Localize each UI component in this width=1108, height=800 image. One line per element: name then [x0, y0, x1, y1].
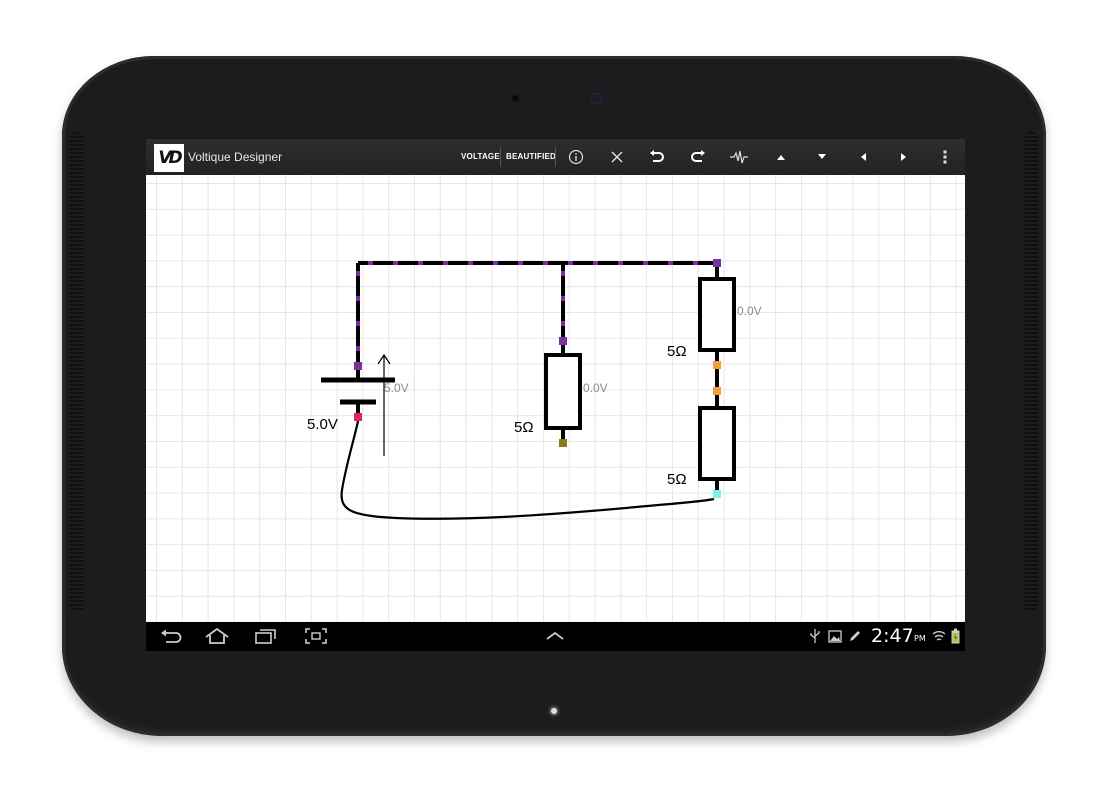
- back-icon[interactable]: [158, 626, 184, 646]
- status-clock: 2:47: [871, 625, 914, 647]
- arrow-right-icon[interactable]: [893, 147, 915, 167]
- left-speaker-grille: [70, 132, 84, 612]
- right-top-resistor-label: 5Ω: [667, 343, 687, 360]
- usb-icon: [809, 626, 821, 646]
- right-middle-node-lower[interactable]: [713, 387, 721, 395]
- waveform-icon[interactable]: [728, 147, 750, 167]
- arrow-up-icon[interactable]: [770, 147, 792, 167]
- logo-text: VD: [158, 148, 182, 168]
- right-top-resistor-reading: 0.0V: [737, 304, 762, 318]
- battery-bottom-node[interactable]: [354, 413, 362, 421]
- info-icon[interactable]: [565, 147, 587, 167]
- middle-resistor-label: 5Ω: [514, 419, 534, 436]
- recent-apps-icon[interactable]: [253, 626, 279, 646]
- battery-top-node[interactable]: [354, 362, 362, 370]
- right-bottom-node[interactable]: [713, 490, 721, 498]
- middle-resistor-top-node[interactable]: [559, 337, 567, 345]
- redo-icon[interactable]: [687, 147, 709, 167]
- beautified-button[interactable]: BEAUTIFIED: [506, 152, 556, 161]
- right-bottom-resistor[interactable]: [698, 406, 736, 491]
- battery-icon: [949, 626, 961, 646]
- battery-voltage-reading: 5.0V: [384, 381, 409, 395]
- home-icon[interactable]: [203, 626, 231, 646]
- status-ampm: PM: [914, 634, 926, 643]
- notification-led: [551, 708, 557, 714]
- undo-icon[interactable]: [646, 147, 668, 167]
- toolbar-divider: [555, 147, 556, 167]
- action-bar: VD Voltique Designer VOLTAGE BEAUTIFIED: [146, 139, 965, 176]
- right-top-node[interactable]: [713, 259, 721, 267]
- close-icon[interactable]: [606, 147, 628, 167]
- right-bottom-resistor-label: 5Ω: [667, 471, 687, 488]
- circuit-canvas[interactable]: 5.0V 5.0V 5Ω 0.0V 5Ω 0.0V 5Ω: [146, 175, 965, 622]
- system-navigation-bar: 2:47 PM: [146, 622, 965, 651]
- wifi-icon: [931, 626, 947, 646]
- screen: VD Voltique Designer VOLTAGE BEAUTIFIED: [146, 139, 965, 651]
- battery-voltage-label: 5.0V: [307, 416, 338, 433]
- up-chevron-icon[interactable]: [544, 626, 566, 646]
- gallery-icon: [827, 626, 843, 646]
- middle-resistor-reading: 0.0V: [583, 381, 608, 395]
- arrow-down-icon[interactable]: [811, 147, 833, 167]
- right-top-resistor[interactable]: [698, 263, 736, 408]
- app-title: Voltique Designer: [188, 150, 283, 164]
- right-speaker-grille: [1024, 132, 1038, 612]
- battery-component[interactable]: [321, 353, 395, 456]
- front-camera: [592, 94, 601, 103]
- right-middle-node-upper[interactable]: [713, 361, 721, 369]
- toolbar-divider: [500, 147, 501, 167]
- pen-icon: [847, 626, 863, 646]
- voltage-button[interactable]: VOLTAGE: [461, 152, 500, 161]
- screenshot-icon[interactable]: [303, 626, 329, 646]
- middle-resistor-bottom-node[interactable]: [559, 439, 567, 447]
- middle-resistor[interactable]: [544, 345, 582, 439]
- front-sensor: [512, 95, 519, 102]
- arrow-left-icon[interactable]: [852, 147, 874, 167]
- app-logo: VD: [154, 144, 184, 172]
- overflow-menu-icon[interactable]: [934, 147, 956, 167]
